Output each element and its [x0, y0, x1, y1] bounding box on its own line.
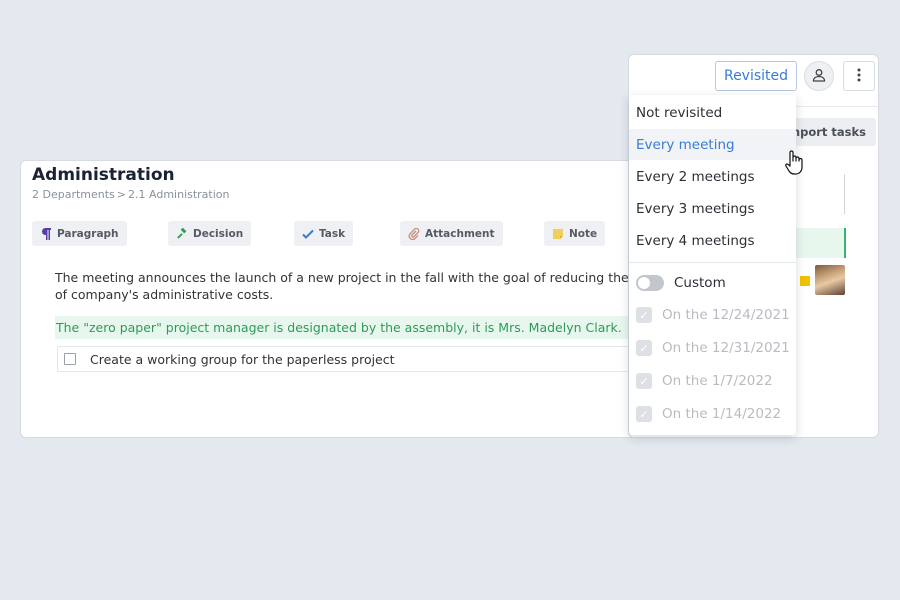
note-button-label: Note: [569, 227, 598, 240]
revisited-button[interactable]: Revisited: [715, 61, 797, 91]
date-option: ✓ On the 1/14/2022: [636, 402, 781, 426]
task-checkbox[interactable]: [64, 353, 76, 365]
custom-label: Custom: [674, 275, 726, 291]
date-option: ✓ On the 1/7/2022: [636, 369, 773, 393]
custom-toggle[interactable]: [636, 275, 664, 291]
paragraph-icon: [40, 227, 52, 240]
paragraph-button-label: Paragraph: [57, 227, 119, 240]
sticky-note-icon: [552, 228, 564, 240]
more-options-button[interactable]: [843, 61, 875, 91]
task-item[interactable]: Create a working group for the paperless…: [57, 346, 667, 372]
breadcrumb: 2 Departments > 2.1 Administration: [32, 188, 230, 201]
gavel-icon: [176, 227, 188, 240]
paragraph-text[interactable]: The meeting announces the launch of a ne…: [55, 269, 655, 303]
hand-cursor-icon: [785, 150, 803, 180]
breadcrumb-item-administration[interactable]: 2.1 Administration: [128, 188, 229, 201]
status-square: [800, 276, 810, 286]
date-option: ✓ On the 12/24/2021: [636, 303, 790, 327]
option-every-meeting[interactable]: Every meeting: [629, 129, 796, 160]
attachment-button[interactable]: Attachment: [400, 221, 503, 246]
option-not-revisited[interactable]: Not revisited: [629, 97, 796, 128]
task-label: Create a working group for the paperless…: [90, 351, 395, 367]
panel-vertical-line: [844, 174, 845, 214]
decision-highlight: [789, 228, 846, 258]
page-title: Administration: [32, 165, 175, 185]
checkbox-checked-icon: ✓: [636, 373, 652, 389]
checkmark-icon: [302, 228, 314, 240]
date-option: ✓ On the 12/31/2021: [636, 336, 790, 360]
option-every-4-meetings[interactable]: Every 4 meetings: [629, 225, 796, 256]
insert-toolbar: Paragraph Decision Task Attachment Note: [32, 221, 632, 247]
note-button[interactable]: Note: [544, 221, 606, 246]
decision-button[interactable]: Decision: [168, 221, 252, 246]
breadcrumb-separator: >: [116, 188, 127, 201]
checkbox-checked-icon: ✓: [636, 307, 652, 323]
task-button[interactable]: Task: [294, 221, 354, 246]
dropdown-separator: [629, 262, 796, 263]
paperclip-icon: [408, 227, 420, 240]
option-every-2-meetings[interactable]: Every 2 meetings: [629, 161, 796, 192]
checkbox-checked-icon: ✓: [636, 406, 652, 422]
decision-button-label: Decision: [193, 227, 244, 240]
participant-button[interactable]: [804, 61, 834, 91]
avatar[interactable]: [815, 265, 845, 295]
revisit-dropdown: Not revisited Every meeting Every 2 meet…: [629, 95, 796, 435]
date-label: On the 1/14/2022: [662, 406, 782, 422]
date-label: On the 1/7/2022: [662, 373, 773, 389]
date-label: On the 12/31/2021: [662, 340, 790, 356]
task-button-label: Task: [319, 227, 346, 240]
breadcrumb-item-departments[interactable]: 2 Departments: [32, 188, 115, 201]
attachment-button-label: Attachment: [425, 227, 495, 240]
user-icon: [812, 67, 826, 86]
checkbox-checked-icon: ✓: [636, 340, 652, 356]
kebab-menu-icon: [857, 67, 861, 86]
custom-toggle-row[interactable]: Custom: [636, 271, 726, 295]
date-label: On the 12/24/2021: [662, 307, 790, 323]
paragraph-button[interactable]: Paragraph: [32, 221, 127, 246]
decision-text[interactable]: The "zero paper" project manager is desi…: [55, 316, 667, 339]
option-every-3-meetings[interactable]: Every 3 meetings: [629, 193, 796, 224]
